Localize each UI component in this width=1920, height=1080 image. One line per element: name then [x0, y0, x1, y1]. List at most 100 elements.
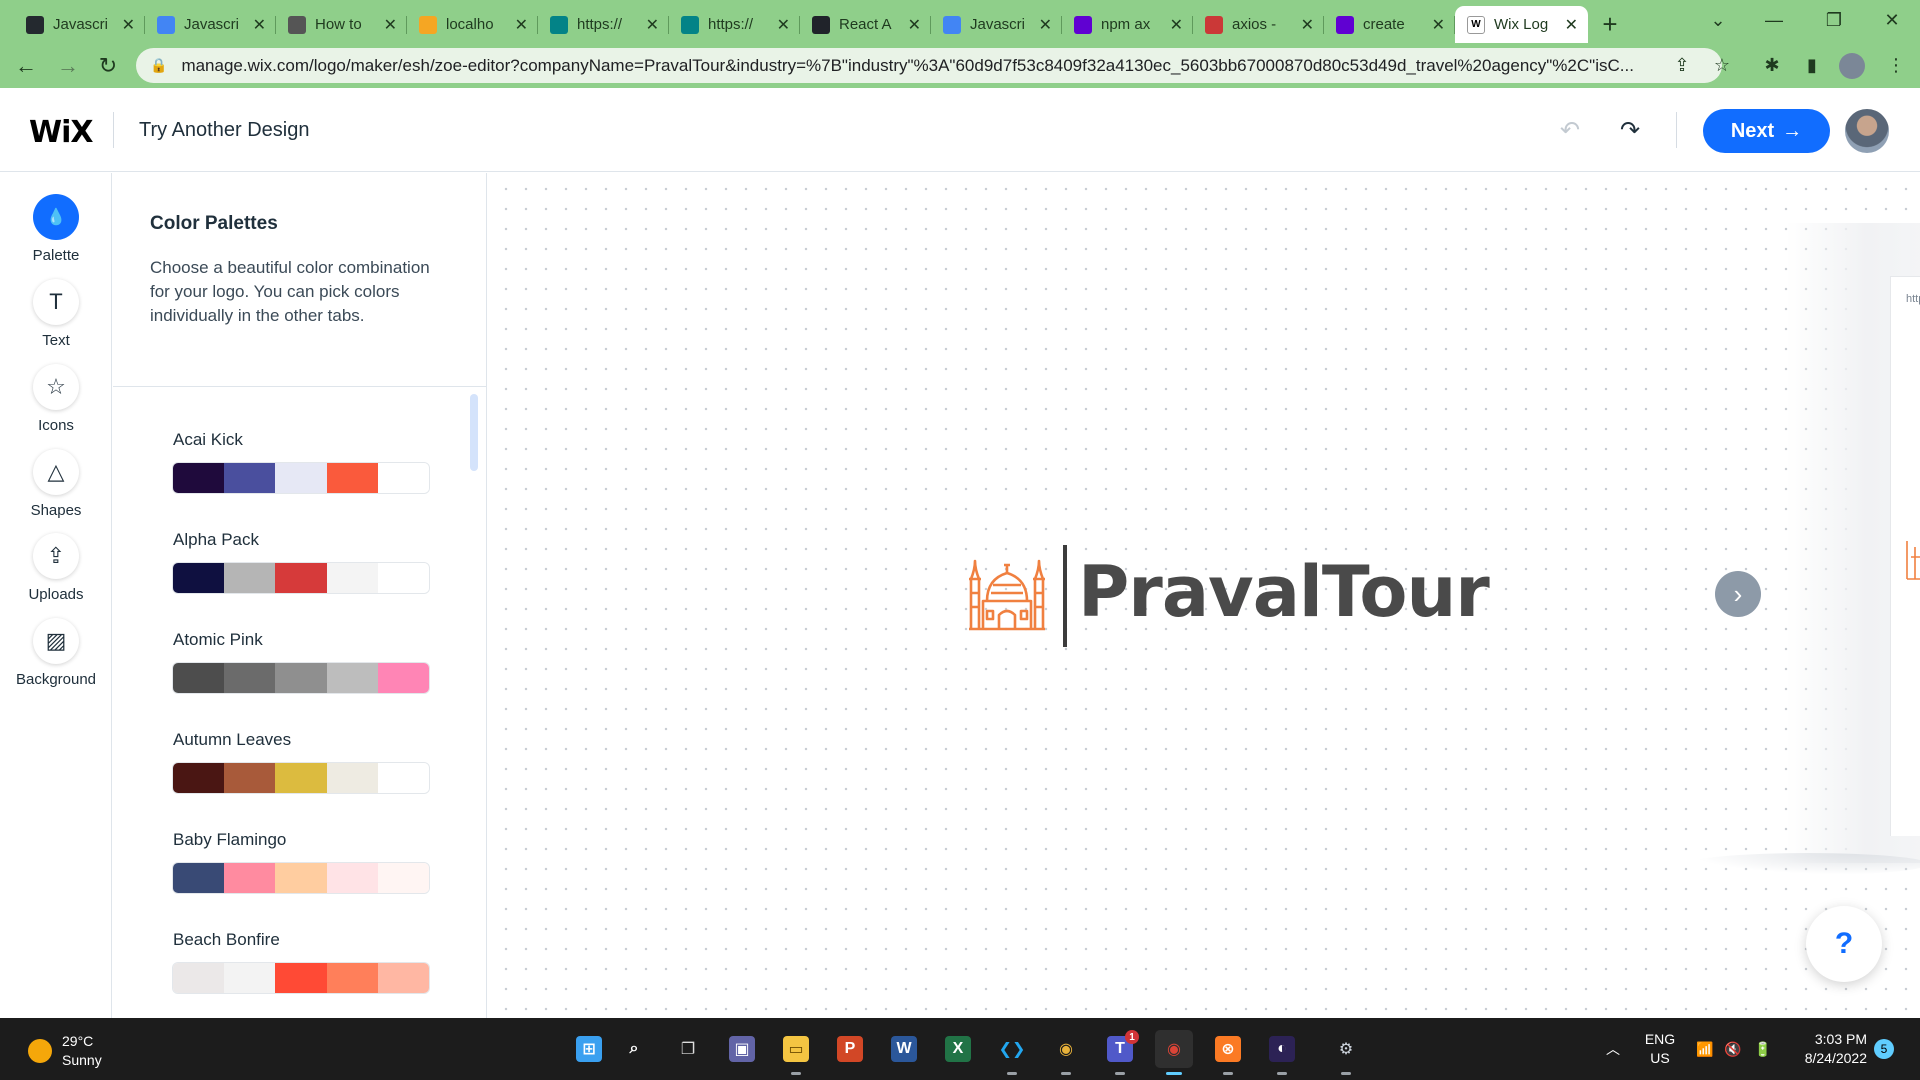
browser-tab[interactable]: https:// ✕ [538, 6, 669, 43]
rail-item-text[interactable]: T Text [0, 279, 112, 349]
logo-canvas: https://www PravalTour › ? [488, 173, 1920, 1018]
close-tab-icon[interactable]: ✕ [646, 15, 659, 35]
close-window-icon[interactable]: ✕ [1864, 0, 1920, 40]
browser-tab[interactable]: Javascri ✕ [14, 6, 145, 43]
powerpoint-icon[interactable]: P [831, 1030, 869, 1068]
battery-icon[interactable]: 🔋 [1754, 1018, 1771, 1080]
browser-tab[interactable]: Javascri ✕ [931, 6, 1062, 43]
help-button[interactable]: ? [1806, 906, 1882, 982]
browser-tab[interactable]: https:// ✕ [669, 6, 800, 43]
close-tab-icon[interactable]: ✕ [1170, 15, 1183, 35]
panel-divider [113, 386, 486, 387]
eclipse-icon[interactable]: ◐ [1263, 1030, 1301, 1075]
minimize-icon[interactable]: — [1746, 0, 1802, 40]
word-icon[interactable]: W [885, 1030, 923, 1068]
panel-scrollbar[interactable] [470, 394, 478, 471]
address-bar[interactable]: 🔒 manage.wix.com/logo/maker/esh/zoe-edit… [136, 48, 1722, 83]
share-icon[interactable]: ⇪ [1662, 43, 1702, 88]
weather-widget[interactable]: 29°C Sunny [28, 1032, 102, 1070]
xampp-icon[interactable]: ⊗ [1209, 1030, 1247, 1075]
palette-option[interactable]: Acai Kick [173, 430, 429, 493]
palette-swatch[interactable] [173, 763, 429, 793]
brand-name[interactable]: PravalTour [1078, 551, 1490, 633]
palette-swatch[interactable] [173, 663, 429, 693]
palette-swatch[interactable] [173, 463, 429, 493]
forward-icon[interactable]: → [48, 46, 88, 86]
extensions-icon[interactable]: ✱ [1752, 43, 1792, 88]
chrome-icon-glyph: ◉ [1059, 1041, 1073, 1058]
palette-option[interactable]: Beach Bonfire [173, 930, 429, 993]
vscode-icon[interactable]: ❮❯ [993, 1030, 1031, 1075]
teams-chat-icon[interactable]: ▣ [723, 1030, 761, 1068]
excel-icon[interactable]: X [939, 1030, 977, 1068]
chrome-icon[interactable]: ◉ [1047, 1030, 1085, 1075]
close-tab-icon[interactable]: ✕ [777, 15, 790, 35]
palette-option[interactable]: Autumn Leaves [173, 730, 429, 793]
windows-start-icon[interactable]: ⊞ [570, 1030, 608, 1068]
bookmark-star-icon[interactable]: ☆ [1702, 43, 1742, 88]
browser-tab[interactable]: localho ✕ [407, 6, 538, 43]
task-view-icon[interactable]: ❐ [669, 1030, 707, 1068]
close-tab-icon[interactable]: ✕ [908, 15, 921, 35]
side-panel-icon[interactable]: ▮ [1792, 43, 1832, 88]
page-title[interactable]: Try Another Design [139, 119, 309, 142]
tab-search-icon[interactable]: ⌄ [1690, 0, 1746, 40]
rail-item-uploads[interactable]: ⇪ Uploads [0, 533, 112, 603]
profile-avatar[interactable] [1832, 43, 1872, 88]
close-tab-icon[interactable]: ✕ [1301, 15, 1314, 35]
browser-tab[interactable]: W Wix Log ✕ [1455, 6, 1588, 43]
next-design-arrow[interactable]: › [1715, 571, 1761, 617]
chrome-menu-icon[interactable]: ⋮ [1876, 43, 1916, 88]
speaker-muted-icon[interactable]: 🔇 [1724, 1018, 1741, 1080]
browser-tab[interactable]: axios - ✕ [1193, 6, 1324, 43]
next-button[interactable]: Next → [1703, 109, 1830, 153]
palette-option[interactable]: Baby Flamingo [173, 830, 429, 893]
settings-icon[interactable]: ⚙ [1327, 1030, 1365, 1075]
rail-item-shapes[interactable]: △ Shapes [0, 449, 112, 519]
notification-badge[interactable]: 5 [1874, 1039, 1894, 1059]
redo-icon[interactable]: ↷ [1614, 114, 1646, 146]
search-icon[interactable]: ⌕ [615, 1030, 653, 1068]
palette-swatch[interactable] [173, 563, 429, 593]
browser-tab[interactable]: React A ✕ [800, 6, 931, 43]
close-tab-icon[interactable]: ✕ [1039, 15, 1052, 35]
running-indicator [791, 1072, 801, 1075]
file-explorer-icon[interactable]: ▭ [777, 1030, 815, 1075]
close-tab-icon[interactable]: ✕ [253, 15, 266, 35]
close-tab-icon[interactable]: ✕ [515, 15, 528, 35]
user-avatar[interactable] [1845, 109, 1889, 153]
wifi-icon[interactable]: 📶 [1696, 1018, 1713, 1080]
close-tab-icon[interactable]: ✕ [1565, 15, 1578, 35]
new-tab-button[interactable]: + [1588, 6, 1632, 43]
undo-icon[interactable]: ↶ [1554, 114, 1586, 146]
teams-icon[interactable]: T1 [1101, 1030, 1139, 1075]
palette-swatch[interactable] [173, 963, 429, 993]
close-tab-icon[interactable]: ✕ [122, 15, 135, 35]
yahoo-icon [1074, 15, 1092, 34]
wix-logo[interactable]: WiX [29, 115, 94, 150]
rail-item-palette[interactable]: 💧 Palette [0, 194, 112, 264]
palette-option[interactable]: Alpha Pack [173, 530, 429, 593]
chrome-profile-icon[interactable]: ◉ [1155, 1030, 1193, 1075]
close-tab-icon[interactable]: ✕ [384, 15, 397, 35]
language-text: ENG [1644, 1031, 1676, 1047]
browser-tab[interactable]: create ✕ [1324, 6, 1455, 43]
palette-option[interactable]: Atomic Pink [173, 630, 429, 693]
reload-icon[interactable]: ↻ [88, 46, 128, 86]
input-language[interactable]: ENG US [1644, 1018, 1676, 1080]
rail-item-background[interactable]: ▨ Background [0, 618, 112, 688]
color-chip [275, 563, 327, 593]
system-clock[interactable]: 3:03 PM 8/24/2022 [1787, 1030, 1867, 1068]
browser-tab[interactable]: npm ax ✕ [1062, 6, 1193, 43]
browser-tab[interactable]: How to ✕ [276, 6, 407, 43]
color-palettes-panel: Color Palettes Choose a beautiful color … [113, 173, 487, 1018]
browser-tab[interactable]: Javascri ✕ [145, 6, 276, 43]
rail-item-icons[interactable]: ☆ Icons [0, 364, 112, 434]
palette-swatch[interactable] [173, 863, 429, 893]
maximize-icon[interactable]: ❐ [1806, 0, 1862, 40]
show-hidden-icons[interactable]: ︿ [1606, 1018, 1620, 1080]
mosque-icon[interactable] [965, 549, 1049, 633]
back-icon[interactable]: ← [6, 46, 46, 86]
search-icon-glyph: ⌕ [629, 1040, 639, 1057]
close-tab-icon[interactable]: ✕ [1432, 15, 1445, 35]
